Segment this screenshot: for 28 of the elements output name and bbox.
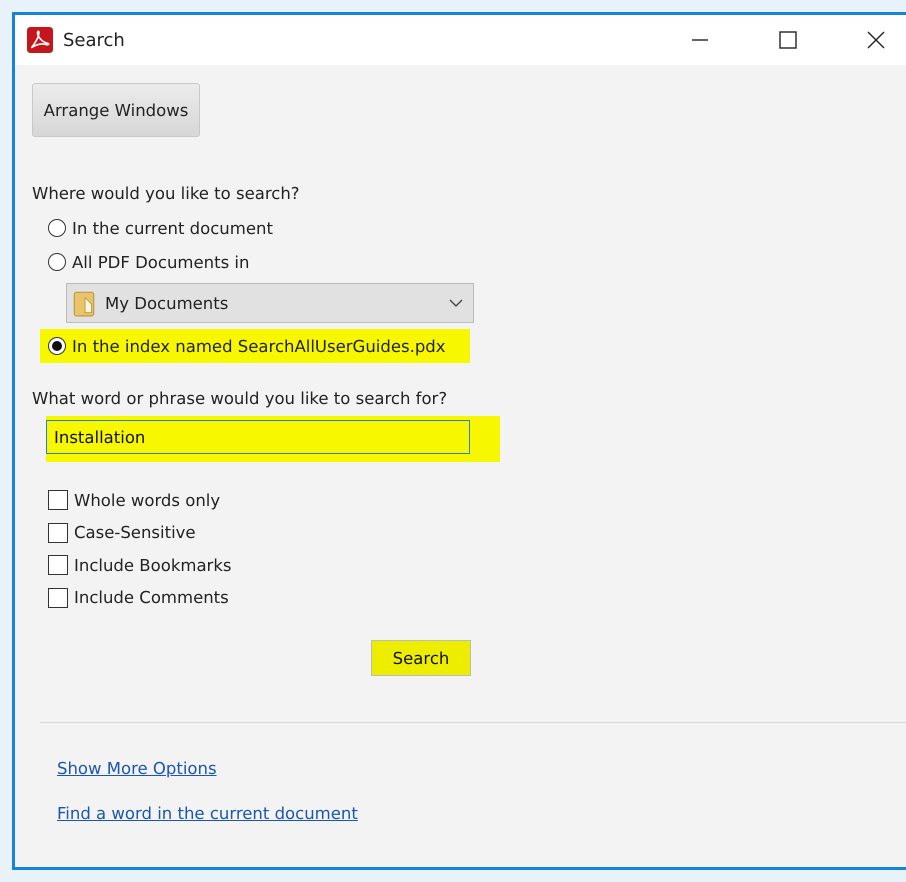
checkbox[interactable] [48, 490, 68, 510]
link[interactable]: Show More Options [57, 759, 217, 778]
arrange-windows-button[interactable]: Arrange Windows [32, 83, 200, 137]
checkbox-option[interactable]: Whole words only [48, 484, 220, 516]
chevron-down-icon [449, 299, 463, 307]
checkbox[interactable] [48, 588, 68, 608]
radio-option[interactable]: In the index named SearchAllUserGuides.pdx [40, 329, 470, 363]
checkbox-option[interactable]: Include Bookmarks [48, 549, 232, 582]
radio-button[interactable] [48, 219, 66, 237]
radio-option[interactable]: All PDF Documents in [48, 245, 274, 279]
maximize-icon[interactable] [778, 30, 798, 50]
query-question: What word or phrase would you like to search for? [32, 389, 448, 408]
folder-icon [73, 289, 95, 317]
radio-option[interactable]: In the current document [48, 211, 297, 245]
close-icon[interactable] [866, 30, 886, 50]
checkbox-option[interactable]: Include Comments [48, 582, 229, 614]
scope-question: Where would you like to search? [32, 184, 301, 203]
folder-dropdown[interactable]: My Documents [66, 283, 474, 323]
checkbox[interactable] [48, 555, 68, 576]
checkbox-option[interactable]: Case-Sensitive [48, 516, 196, 549]
window-title: Search [63, 30, 125, 50]
checkbox[interactable] [48, 522, 68, 543]
radio-button[interactable] [48, 337, 66, 355]
link[interactable]: Find a word in the current document [57, 804, 358, 823]
search-input-field[interactable]: Installation [46, 420, 470, 454]
search-button[interactable]: Search [371, 640, 471, 676]
radio-button[interactable] [48, 253, 66, 271]
pdf-app-icon [27, 27, 53, 53]
